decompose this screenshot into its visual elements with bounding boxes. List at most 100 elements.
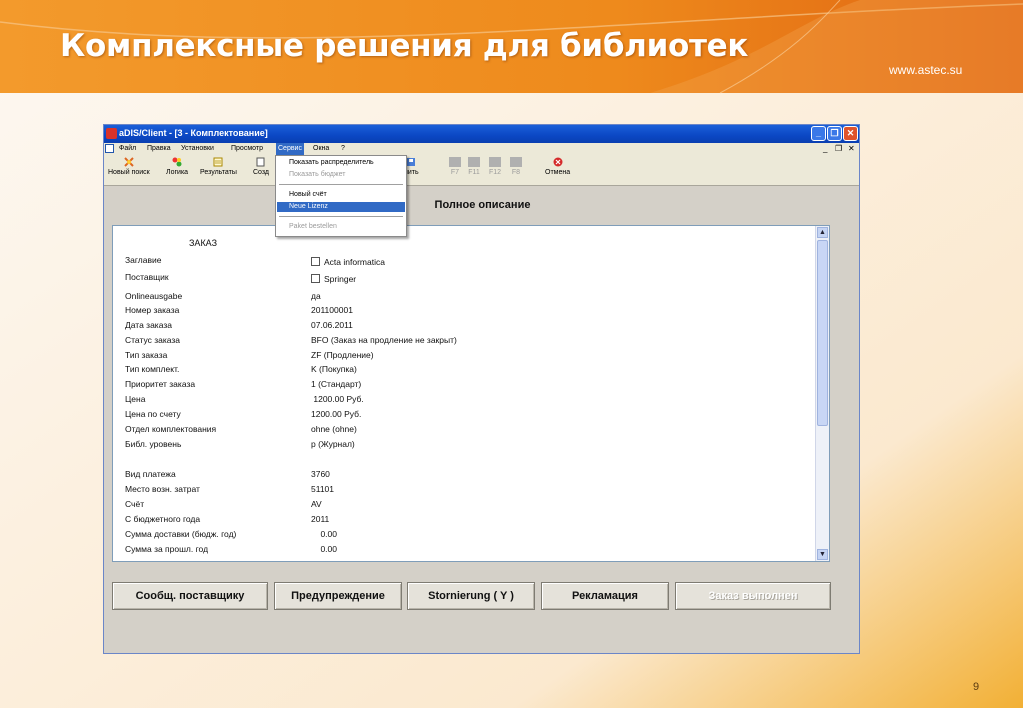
field-label: Цена: [125, 394, 146, 404]
field-label: Приоритет заказа: [125, 379, 196, 389]
results-icon: [213, 157, 223, 167]
field-value: 1200.00 Руб.: [311, 409, 362, 419]
field-label: Счёт: [125, 499, 145, 509]
new-search-icon: [124, 157, 134, 167]
logic-icon: [172, 157, 182, 167]
mdi-restore-button[interactable]: ❐: [835, 144, 842, 153]
field-label: Дата заказа: [125, 320, 172, 330]
field-label: Цена по счету: [125, 409, 181, 419]
save-icon: [407, 158, 416, 166]
field-value: p (Журнал): [311, 439, 355, 449]
new-search-button[interactable]: Новый поиск: [108, 157, 150, 176]
f8-icon: [510, 157, 522, 167]
app-logo-icon: [106, 128, 117, 139]
results-button[interactable]: Результаты: [200, 157, 237, 176]
document-icon[interactable]: [105, 144, 114, 153]
menu-service[interactable]: Сервис: [276, 143, 304, 155]
f12-button[interactable]: F12: [489, 157, 501, 176]
field-label: Вид платежа: [125, 469, 176, 479]
field-label: Отдел комплектования: [125, 424, 217, 434]
app-window: aDIS/Client - [3 - Комплектование] _ ❐ ✕…: [103, 124, 860, 654]
stornierung-button[interactable]: Stornierung ( Y ): [407, 582, 535, 610]
scroll-up-icon[interactable]: ▲: [817, 227, 828, 238]
window-title: aDIS/Client - [3 - Комплектование]: [119, 128, 268, 138]
page-number: 9: [973, 681, 980, 693]
menu-windows[interactable]: Окна: [313, 145, 329, 152]
supplier-value[interactable]: Springer: [311, 274, 356, 284]
title-checkbox[interactable]: [311, 257, 320, 266]
menu-separator: [279, 216, 403, 217]
f7-button[interactable]: F7: [449, 157, 461, 176]
field-value: да: [311, 291, 321, 301]
field-value: ZF (Продление): [311, 350, 374, 360]
site-url: www.astec.su: [889, 63, 963, 77]
field-label: Тип заказа: [125, 350, 168, 360]
service-dropdown-menu: Показать распределитель Показать бюджет …: [275, 155, 407, 237]
field-value: 3760: [311, 469, 330, 479]
field-value: AV: [311, 499, 322, 509]
minimize-button[interactable]: _: [811, 126, 826, 141]
field-label: Статус заказа: [125, 335, 181, 345]
window-titlebar[interactable]: aDIS/Client - [3 - Комплектование] _ ❐ ✕: [104, 125, 859, 143]
toolbar: Новый поиск Логика Результаты Созд нить: [104, 155, 859, 186]
menu-view[interactable]: Просмотр: [231, 145, 263, 152]
field-label: Тип комплект.: [125, 364, 180, 374]
mdi-minimize-button[interactable]: _: [823, 144, 827, 153]
warning-button[interactable]: Предупреждение: [274, 582, 402, 610]
menu-separator: [279, 184, 403, 185]
scroll-down-icon[interactable]: ▼: [817, 549, 828, 560]
field-value: 1 (Стандарт): [311, 379, 362, 389]
field-label: Номер заказа: [125, 305, 180, 315]
menu-item-show-distributor[interactable]: Показать распределитель: [277, 158, 405, 168]
logic-button[interactable]: Логика: [166, 157, 188, 176]
scroll-thumb[interactable]: [817, 240, 828, 426]
create-button[interactable]: Созд: [253, 157, 269, 176]
field-label: Сумма за прошл. год: [125, 544, 209, 554]
claim-button[interactable]: Рекламация: [541, 582, 669, 610]
cancel-button[interactable]: Отмена: [545, 157, 570, 176]
field-value: ohne (ohne): [311, 424, 357, 434]
field-value: 201100001: [311, 305, 353, 315]
title-value[interactable]: Acta informatica: [311, 257, 385, 267]
restore-button[interactable]: ❐: [827, 126, 842, 141]
mdi-close-button[interactable]: ✕: [848, 144, 855, 153]
title-label: Заглавие: [125, 255, 162, 265]
supplier-checkbox[interactable]: [311, 274, 320, 283]
field-value: 0.00: [311, 544, 337, 554]
f12-icon: [489, 157, 502, 167]
field-value: K (Покупка): [311, 364, 357, 374]
field-value: 0.00: [311, 529, 337, 539]
field-label: С бюджетного года: [125, 514, 201, 524]
field-value: 2011: [311, 514, 330, 524]
order-done-button[interactable]: Заказ выполнен: [675, 582, 831, 610]
vertical-scrollbar[interactable]: ▲ ▼: [815, 226, 829, 561]
menu-help[interactable]: ?: [341, 145, 345, 152]
field-label: Сумма доставки (бюдж. год): [125, 529, 237, 539]
menu-item-show-budget[interactable]: Показать бюджет: [277, 170, 405, 180]
field-label: Место возн. затрат: [125, 484, 200, 494]
cancel-icon: [553, 157, 563, 167]
create-icon: [256, 157, 265, 167]
section-title: Полное описание: [434, 199, 531, 211]
menu-file[interactable]: Файл: [119, 145, 136, 152]
menu-item-new-invoice[interactable]: Новый счёт: [277, 190, 405, 200]
field-value: 07.06.2011: [311, 320, 353, 330]
field-label: Onlineausgabe: [125, 291, 183, 301]
close-button[interactable]: ✕: [843, 126, 858, 141]
slide-title: Комплексные решения для библиотек: [60, 28, 749, 64]
f11-button[interactable]: F11: [468, 157, 480, 176]
menu-item-order-package[interactable]: Paket bestellen: [277, 222, 405, 232]
menu-settings[interactable]: Установки: [181, 145, 214, 152]
record-header: ЗАКАЗ: [189, 238, 218, 248]
notify-supplier-button[interactable]: Сообщ. поставщику: [112, 582, 268, 610]
field-value: 1200.00 Руб.: [311, 394, 364, 404]
field-label: Библ. уровень: [125, 439, 182, 449]
menu-item-new-license[interactable]: Neue Lizenz: [277, 202, 405, 212]
f7-icon: [449, 157, 461, 167]
f11-icon: [468, 157, 480, 167]
record-panel: ЗАКАЗ Заглавие Acta informatica Поставщи…: [112, 225, 830, 562]
f8-button[interactable]: F8: [510, 157, 522, 176]
field-value: 51101: [311, 484, 335, 494]
supplier-label: Поставщик: [125, 272, 169, 282]
menu-edit[interactable]: Правка: [147, 145, 171, 152]
